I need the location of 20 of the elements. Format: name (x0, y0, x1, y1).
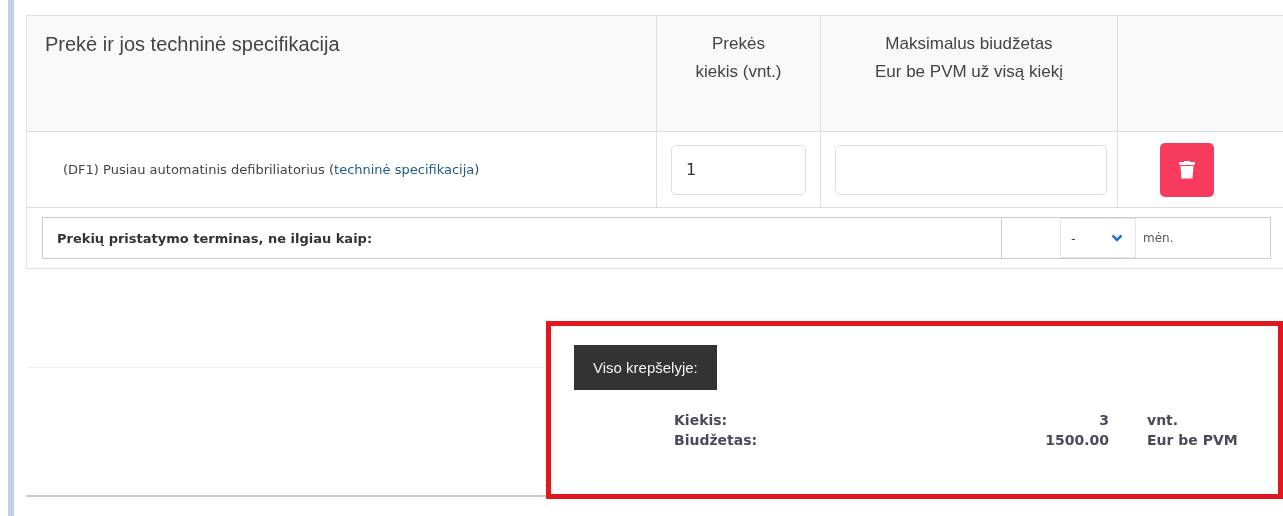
product-description: (DF1) Pusiau automatinis defibriliatorius (techninė specifikacija) (63, 162, 480, 177)
column-header: Prekės kiekis (vnt.) (695, 33, 782, 83)
quantity-field[interactable]: 1 (671, 144, 806, 195)
chevron-down-icon (1111, 234, 1123, 242)
unit-label: mėn. (1142, 231, 1174, 245)
delivery-label: Prekių pristatymo terminas, ne ilgiau kaip: (43, 218, 1002, 258)
budget-field[interactable] (835, 144, 1107, 195)
summary-label: Biudžetas: (674, 431, 759, 450)
cart-title: Viso krepšelyje: (574, 345, 717, 390)
summary-value: 3 (1098, 411, 1109, 430)
trash-icon (1178, 160, 1195, 179)
summary-unit: vnt. (1147, 411, 1180, 430)
summary-value: 1500.00 (1044, 431, 1109, 450)
column-header: Maksimalus biudžetas Eur be PVM už visą kiekį (875, 33, 1063, 83)
column-header: Prekė ir jos techninė specifikacija (45, 32, 340, 57)
months-select[interactable]: - (1060, 218, 1136, 258)
specification-link[interactable]: techninė specifikacija (334, 162, 475, 177)
delete-button[interactable] (1159, 142, 1214, 197)
summary-unit: Eur be PVM (1147, 431, 1239, 450)
summary-label: Kiekis: (674, 411, 729, 430)
